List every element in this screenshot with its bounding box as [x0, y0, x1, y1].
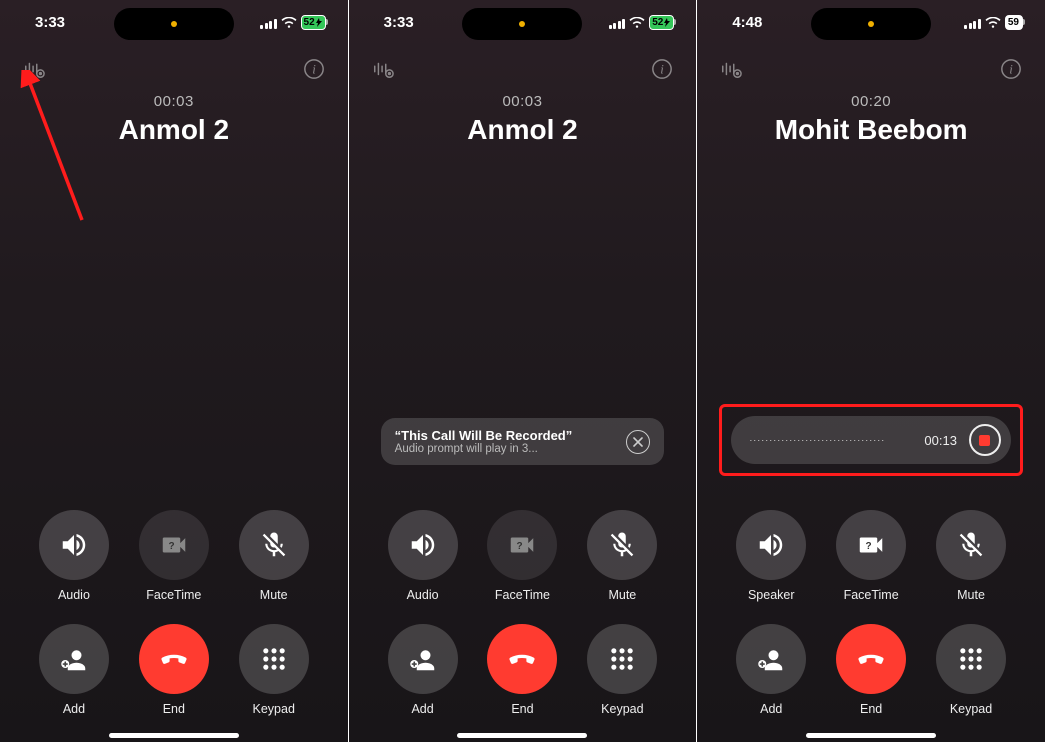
- call-controls: Audio ?FaceTime Mute Add End Keypad: [0, 510, 348, 716]
- recording-notification: “This Call Will Be Recorded” Audio promp…: [381, 418, 665, 465]
- keypad-button[interactable]: Keypad: [239, 624, 309, 716]
- annotation-arrow: [20, 70, 90, 230]
- info-icon[interactable]: i: [650, 57, 674, 81]
- cellular-icon: [609, 17, 626, 29]
- call-screen-1: 3:33 52 i 00:03 Anmol 2 Audio ?FaceTime …: [0, 0, 349, 742]
- svg-text:i: i: [1009, 63, 1013, 77]
- add-button[interactable]: Add: [39, 624, 109, 716]
- status-time: 4:48: [732, 14, 762, 31]
- recording-time: 00:13: [924, 433, 957, 448]
- svg-text:?: ?: [866, 541, 872, 552]
- recording-indicator: ·································· 00:13: [731, 416, 1011, 464]
- audio-button[interactable]: Audio: [388, 510, 458, 602]
- notification-title: “This Call Will Be Recorded”: [395, 428, 573, 443]
- speaker-button[interactable]: Speaker: [736, 510, 806, 602]
- audio-button[interactable]: Audio: [39, 510, 109, 602]
- facetime-button[interactable]: ?FaceTime: [487, 510, 557, 602]
- end-call-button[interactable]: End: [836, 624, 906, 716]
- facetime-button[interactable]: ?FaceTime: [139, 510, 209, 602]
- battery-icon: 52: [301, 15, 326, 30]
- call-screen-3: 4:48 59 i 00:20 Mohit Beebom ···········…: [697, 0, 1046, 742]
- status-time: 3:33: [384, 14, 414, 31]
- wifi-icon: [281, 17, 297, 29]
- call-screen-2: 3:33 52 i 00:03 Anmol 2 “This Call Will …: [349, 0, 698, 742]
- mute-button[interactable]: Mute: [936, 510, 1006, 602]
- cellular-icon: [964, 17, 981, 29]
- keypad-button[interactable]: Keypad: [936, 624, 1006, 716]
- record-call-icon[interactable]: [719, 57, 743, 81]
- svg-text:?: ?: [168, 541, 174, 552]
- mute-button[interactable]: Mute: [587, 510, 657, 602]
- notification-subtitle: Audio prompt will play in 3...: [395, 443, 573, 455]
- svg-text:i: i: [661, 63, 665, 77]
- record-call-icon[interactable]: [371, 57, 395, 81]
- call-controls: Audio ?FaceTime Mute Add End Keypad: [349, 510, 697, 716]
- call-timer: 00:03: [349, 93, 697, 110]
- wifi-icon: [629, 17, 645, 29]
- contact-name: Mohit Beebom: [697, 114, 1045, 146]
- call-timer: 00:20: [697, 93, 1045, 110]
- facetime-button[interactable]: ?FaceTime: [836, 510, 906, 602]
- home-indicator[interactable]: [457, 733, 587, 738]
- dynamic-island: [811, 8, 931, 40]
- call-controls: Speaker ?FaceTime Mute Add End Keypad: [697, 510, 1045, 716]
- svg-text:?: ?: [517, 541, 523, 552]
- battery-icon: 52: [649, 15, 674, 30]
- dynamic-island: [462, 8, 582, 40]
- mute-button[interactable]: Mute: [239, 510, 309, 602]
- cellular-icon: [260, 17, 277, 29]
- close-icon[interactable]: [626, 430, 650, 454]
- status-time: 3:33: [35, 14, 65, 31]
- end-call-button[interactable]: End: [487, 624, 557, 716]
- info-icon[interactable]: i: [302, 57, 326, 81]
- add-button[interactable]: Add: [388, 624, 458, 716]
- keypad-button[interactable]: Keypad: [587, 624, 657, 716]
- add-button[interactable]: Add: [736, 624, 806, 716]
- wifi-icon: [985, 17, 1001, 29]
- home-indicator[interactable]: [109, 733, 239, 738]
- info-icon[interactable]: i: [999, 57, 1023, 81]
- end-call-button[interactable]: End: [139, 624, 209, 716]
- dynamic-island: [114, 8, 234, 40]
- svg-text:i: i: [312, 63, 316, 77]
- home-indicator[interactable]: [806, 733, 936, 738]
- contact-name: Anmol 2: [349, 114, 697, 146]
- stop-recording-button[interactable]: [969, 424, 1001, 456]
- battery-icon: 59: [1005, 15, 1023, 30]
- waveform-icon: ··································: [749, 435, 912, 445]
